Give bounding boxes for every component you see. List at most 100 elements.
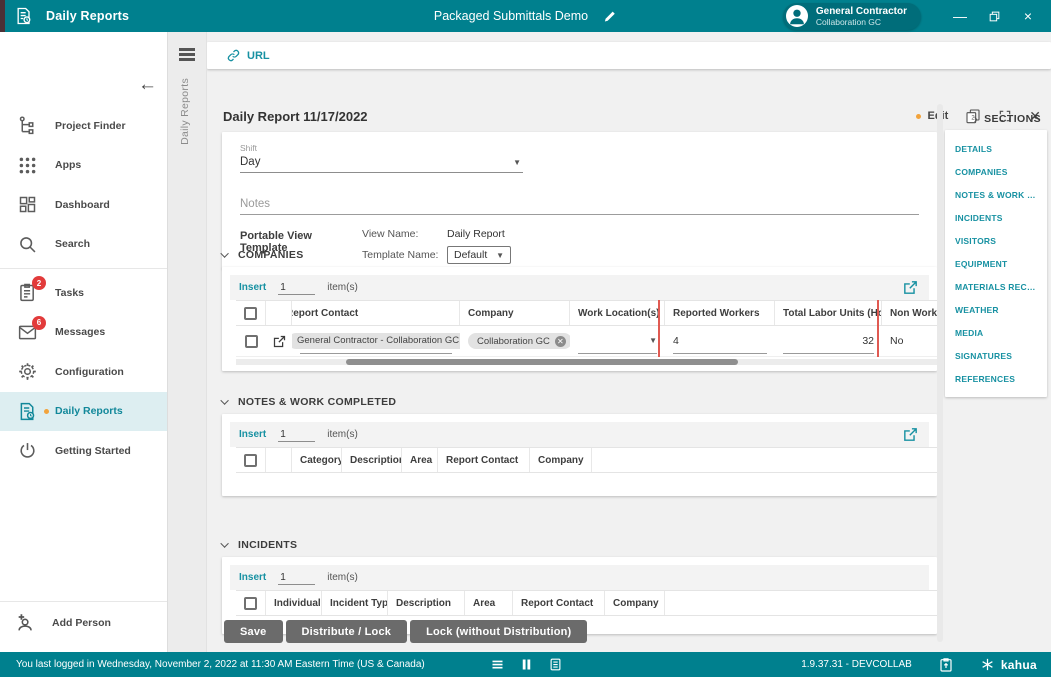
edit-button[interactable]: Edit — [916, 110, 948, 122]
insert-count-input[interactable] — [278, 570, 316, 585]
top-app-bar: Daily Reports Packaged Submittals Demo G… — [0, 0, 1051, 32]
sidebar-item-search[interactable]: Search — [0, 225, 167, 265]
select-all-checkbox[interactable] — [244, 306, 257, 320]
notes-input[interactable]: Notes — [240, 198, 919, 215]
work-location-field[interactable]: ▼ — [578, 328, 657, 354]
sidebar-item-messages[interactable]: 6 Messages — [0, 313, 167, 353]
companies-section-header[interactable]: COMPANIES — [220, 249, 304, 261]
link-icon — [226, 48, 241, 63]
total-labor-units-field[interactable]: 32 — [783, 328, 874, 354]
open-record-icon[interactable] — [272, 334, 287, 349]
shift-field-label: Shift — [240, 143, 258, 153]
insert-link[interactable]: Insert — [239, 282, 266, 293]
document-log-icon[interactable] — [548, 657, 563, 672]
minimize-button[interactable]: — — [943, 8, 977, 24]
sidebar-item-configuration[interactable]: Configuration — [0, 352, 167, 392]
distribute-lock-button[interactable]: Distribute / Lock — [285, 620, 408, 643]
insert-count-input[interactable] — [278, 280, 316, 295]
select-all-checkbox[interactable] — [244, 453, 257, 467]
insert-link[interactable]: Insert — [239, 572, 266, 583]
sidebar-item-tasks[interactable]: 2 Tasks — [0, 273, 167, 313]
sidebar-item-apps[interactable]: Apps — [0, 146, 167, 186]
sidebar-divider — [0, 268, 167, 269]
companies-section-title: COMPANIES — [238, 249, 304, 261]
section-link-materials[interactable]: MATERIALS RECEIVED — [945, 275, 1047, 298]
section-link-weather[interactable]: WEATHER — [945, 298, 1047, 321]
last-login-message: You last logged in Wednesday, November 2… — [16, 659, 425, 670]
sidebar-item-label: Project Finder — [55, 119, 126, 132]
details-section-card: Shift Day ▼ Notes Portable View Template… — [222, 132, 937, 269]
section-link-references[interactable]: REFERENCES — [945, 367, 1047, 390]
section-link-equipment[interactable]: EQUIPMENT — [945, 252, 1047, 275]
sidebar-item-project-finder[interactable]: Project Finder — [0, 106, 167, 146]
sidebar-item-label: Dashboard — [55, 198, 110, 211]
daily-reports-app-icon — [14, 6, 34, 26]
column-company: Company — [530, 448, 592, 472]
sidebar-item-label: Daily Reports — [55, 405, 123, 418]
section-link-visitors[interactable]: VISITORS — [945, 229, 1047, 252]
items-label: item(s) — [327, 572, 358, 583]
template-name-select[interactable]: Default ▼ — [447, 246, 511, 264]
log-menu-icon[interactable] — [490, 657, 505, 672]
project-switcher[interactable]: Packaged Submittals Demo — [434, 9, 617, 24]
open-grid-external-icon[interactable] — [902, 279, 919, 296]
reported-workers-field[interactable]: 4 — [673, 328, 767, 354]
restore-button[interactable] — [977, 10, 1011, 23]
search-icon — [17, 234, 38, 255]
shift-select[interactable]: Day ▼ — [240, 153, 523, 173]
collapse-chevron-icon — [220, 539, 229, 548]
companies-table-header: Report Contact Company Work Location(s) … — [236, 300, 937, 326]
pause-icon[interactable] — [519, 657, 534, 672]
report-contact-field[interactable]: General Contractor - Collaboration GC ✕ … — [292, 328, 460, 354]
gear-icon — [17, 361, 38, 382]
sections-header-label: SECTIONS — [984, 113, 1041, 125]
save-button[interactable]: Save — [224, 620, 283, 643]
section-link-incidents[interactable]: INCIDENTS — [945, 206, 1047, 229]
vertical-tab-daily-reports[interactable]: Daily Reports — [179, 78, 191, 145]
open-grid-external-icon[interactable] — [902, 426, 919, 443]
section-link-notes-work[interactable]: NOTES & WORK COMPLETED — [945, 183, 1047, 206]
insert-count-input[interactable] — [278, 427, 316, 442]
apps-grid-icon — [17, 155, 38, 176]
row-checkbox[interactable] — [244, 334, 258, 348]
clipboard-sync-icon[interactable] — [938, 657, 954, 673]
section-link-details[interactable]: DETAILS — [945, 137, 1047, 160]
incidents-section-title: INCIDENTS — [238, 539, 298, 551]
add-person-button[interactable]: Add Person — [0, 601, 167, 644]
select-all-checkbox[interactable] — [244, 596, 257, 610]
column-report-contact: Report Contact — [513, 591, 605, 615]
sidebar-item-getting-started[interactable]: Getting Started — [0, 431, 167, 471]
insert-link[interactable]: Insert — [239, 429, 266, 440]
app-title: Daily Reports — [46, 9, 130, 23]
column-report-contact: Report Contact — [292, 301, 460, 325]
edit-project-icon[interactable] — [602, 9, 617, 24]
sections-panel-header[interactable]: › SECTIONS — [974, 112, 1041, 126]
horizontal-scrollbar[interactable] — [236, 359, 937, 365]
add-person-icon — [15, 612, 37, 634]
template-name-value: Default — [454, 249, 488, 261]
lock-without-distribution-button[interactable]: Lock (without Distribution) — [410, 620, 588, 643]
url-link[interactable]: URL — [226, 48, 270, 63]
collapse-sidebar-arrow-icon[interactable]: ← — [138, 75, 157, 94]
section-link-companies[interactable]: COMPANIES — [945, 160, 1047, 183]
collapse-chevron-icon — [220, 396, 229, 405]
incidents-insert-row: Insert item(s) — [230, 565, 929, 590]
companies-insert-row: Insert item(s) — [230, 275, 929, 300]
chevron-down-icon: ▼ — [649, 336, 657, 345]
section-link-signatures[interactable]: SIGNATURES — [945, 344, 1047, 367]
sidebar-item-daily-reports[interactable]: Daily Reports — [0, 391, 167, 431]
remove-chip-icon[interactable]: ✕ — [554, 335, 566, 347]
tab-menu-icon[interactable] — [179, 48, 195, 61]
user-menu[interactable]: General Contractor Collaboration GC — [782, 2, 921, 30]
daily-reports-icon — [17, 401, 38, 422]
add-person-label: Add Person — [52, 617, 111, 629]
sidebar-item-dashboard[interactable]: Dashboard — [0, 185, 167, 225]
company-chip[interactable]: Collaboration GC ✕ — [468, 333, 570, 349]
close-button[interactable]: × — [1011, 8, 1045, 24]
section-link-media[interactable]: MEDIA — [945, 321, 1047, 344]
notes-work-section-header[interactable]: NOTES & WORK COMPLETED — [220, 396, 396, 408]
incidents-section-header[interactable]: INCIDENTS — [220, 539, 298, 551]
vertical-scrollbar[interactable] — [937, 104, 943, 642]
chevron-right-icon: › — [973, 112, 979, 126]
scrollbar-thumb[interactable] — [346, 359, 738, 365]
